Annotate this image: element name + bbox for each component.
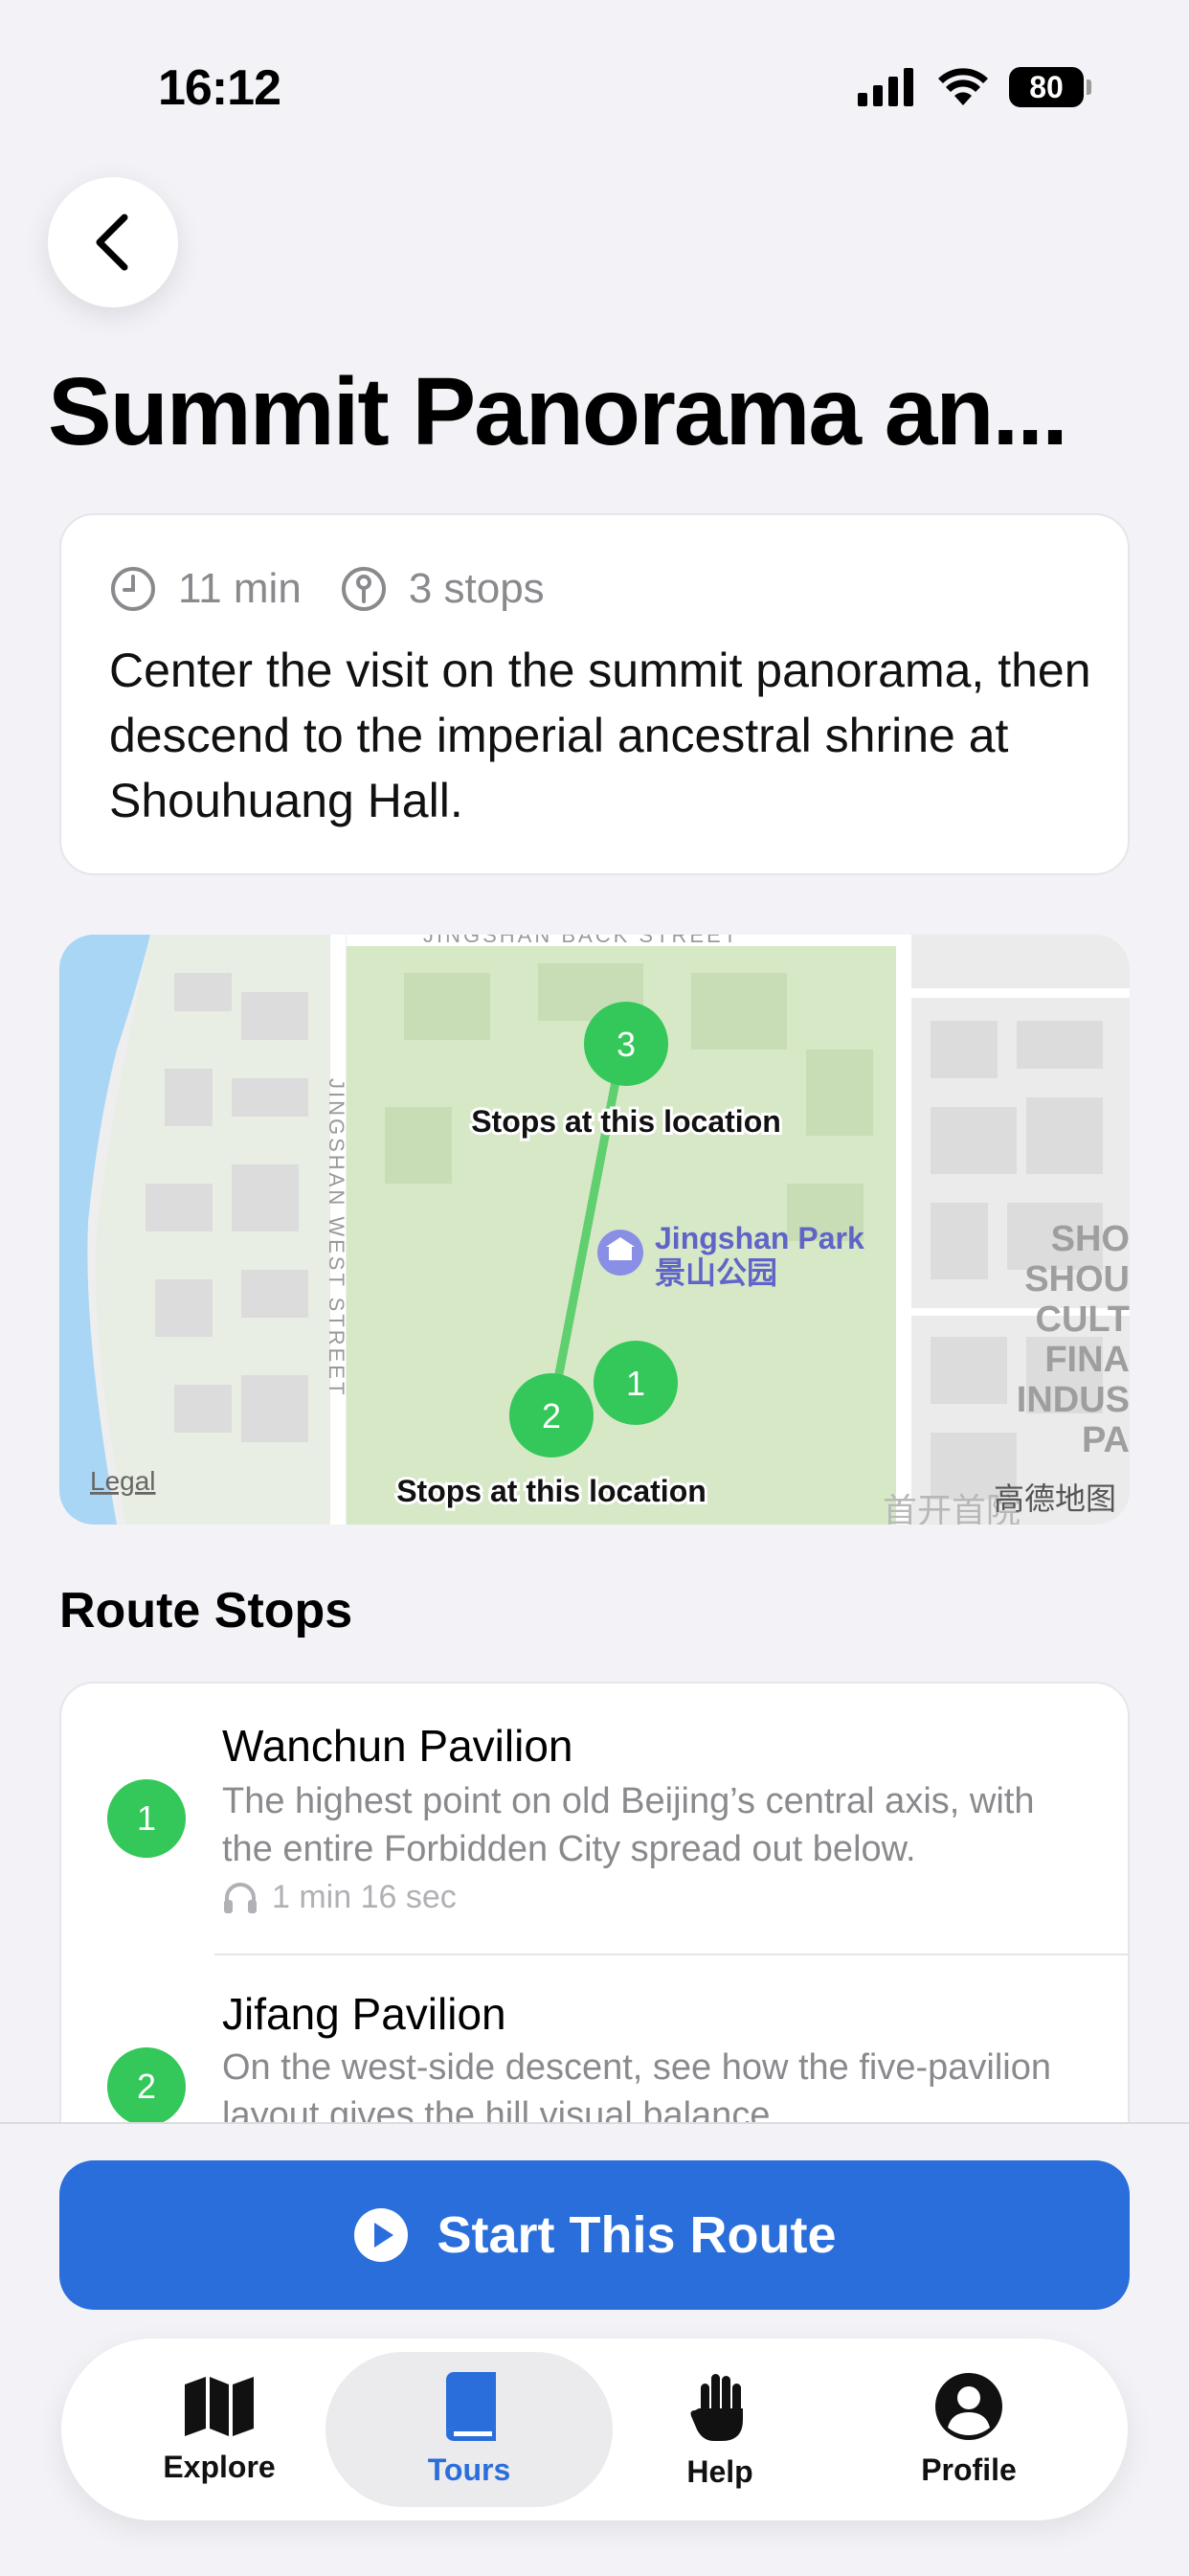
tab-explore-label: Explore	[163, 2449, 276, 2484]
tab-explore[interactable]: Explore	[95, 2352, 344, 2507]
map-label-right-6: PA	[1082, 1420, 1130, 1460]
clock-icon	[111, 567, 155, 611]
tab-help-label: Help	[686, 2453, 753, 2489]
tab-bar: Explore Tours Help Profile	[61, 2339, 1128, 2520]
map-label-right-4: FINA	[1044, 1340, 1130, 1380]
park-name-cn: 景山公园	[655, 1254, 777, 1291]
park-poi[interactable]	[597, 1230, 643, 1276]
tab-tours[interactable]: Tours	[325, 2352, 613, 2507]
book-icon	[446, 2371, 496, 2441]
play-circle-icon	[354, 2208, 409, 2262]
map-pin-2[interactable]: 2	[509, 1373, 594, 1457]
stop-title: Jifang Pavilion	[222, 1989, 506, 2039]
person-icon	[935, 2372, 1002, 2440]
stop-title: Wanchun Pavilion	[222, 1721, 573, 1771]
headphones-icon	[224, 1882, 257, 1913]
tour-meta: 11 min 3 stops	[109, 565, 583, 613]
map-legal-link[interactable]: Legal	[90, 1466, 156, 1496]
route-stops-title: Route Stops	[59, 1583, 353, 1638]
duration-meta: 11 min	[109, 565, 302, 613]
map-provider-logo: 高德地图	[994, 1480, 1116, 1517]
svg-text:3: 3	[617, 1025, 636, 1064]
tour-description: Center the visit on the summit panorama,…	[109, 644, 1091, 827]
cellular-signal-icon	[858, 68, 913, 106]
stop-number-badge: 2	[107, 2047, 186, 2126]
battery-indicator: 80	[1009, 67, 1091, 107]
svg-text:2: 2	[542, 1396, 561, 1435]
chevron-left-icon	[96, 214, 128, 271]
duration-text: 11 min	[178, 565, 302, 612]
street-label-west: JINGSHAN WEST STREET	[325, 1078, 348, 1397]
map-callout-bottom: Stops at this location	[396, 1474, 707, 1508]
pin-icon	[341, 567, 386, 611]
map-canvas[interactable]: Jingshan Park 景山公园 JINGSHAN BACK STREET …	[59, 935, 1130, 1525]
start-route-button[interactable]: Start This Route	[59, 2160, 1130, 2310]
page-title: Summit Panorama an...	[48, 358, 1068, 465]
start-route-label: Start This Route	[437, 2206, 837, 2264]
stop-number-badge: 1	[107, 1779, 186, 1858]
map-callout-top: Stops at this location	[471, 1104, 781, 1139]
tab-profile[interactable]: Profile	[844, 2352, 1093, 2507]
tab-tours-label: Tours	[427, 2452, 511, 2487]
status-bar: 16:12 80	[0, 0, 1189, 144]
status-time: 16:12	[158, 60, 281, 116]
wifi-icon	[938, 68, 988, 105]
status-icons: 80	[858, 67, 1091, 107]
audio-duration-text: 1 min 16 sec	[272, 1879, 457, 1915]
tour-info-card: 11 min 3 stops Center the visit on the s…	[59, 513, 1130, 875]
stop-description: The highest point on old Beijing’s centr…	[222, 1781, 1035, 1869]
list-item[interactable]: 1 Wanchun Pavilion The highest point on …	[61, 1683, 1128, 1954]
hand-icon	[690, 2373, 743, 2441]
map-icon	[185, 2376, 254, 2436]
tab-profile-label: Profile	[921, 2452, 1017, 2487]
map-pin-3[interactable]: 3	[584, 1002, 668, 1086]
route-map[interactable]: Jingshan Park 景山公园 JINGSHAN BACK STREET …	[59, 935, 1130, 1525]
map-label-right-3: CULT	[1036, 1299, 1131, 1340]
bottom-panel: Start This Route Explore Tours Help Prof…	[0, 2122, 1189, 2576]
street-label-top: JINGSHAN BACK STREET	[423, 935, 739, 947]
map-pin-1[interactable]: 1	[594, 1341, 678, 1425]
back-button[interactable]	[48, 177, 178, 307]
park-name-en: Jingshan Park	[655, 1221, 864, 1255]
map-label-right-1: SHO	[1051, 1219, 1130, 1259]
tab-help[interactable]: Help	[595, 2352, 844, 2507]
stops-meta: 3 stops	[340, 565, 545, 613]
svg-text:1: 1	[626, 1364, 645, 1403]
stop-audio-duration: 1 min 16 sec	[222, 1879, 457, 1916]
map-label-right-2: SHOU	[1024, 1259, 1130, 1299]
map-label-right-5: INDUS	[1017, 1380, 1130, 1420]
stops-count-text: 3 stops	[408, 565, 545, 612]
